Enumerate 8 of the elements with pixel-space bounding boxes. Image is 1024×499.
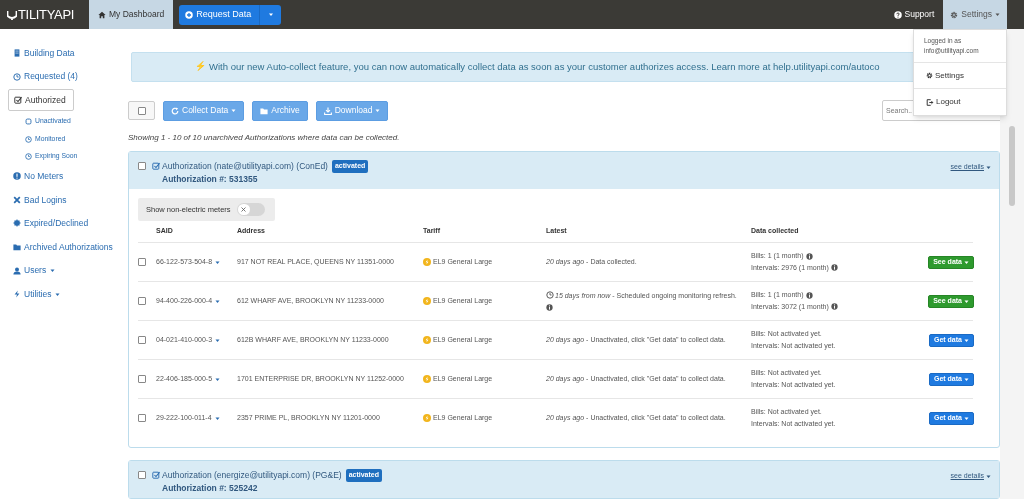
authorization-title: Authorization (energize@utilityapi.com) (PG&E) <box>162 469 342 482</box>
bolt-icon: ⚡ <box>195 60 206 74</box>
logo-text: TILITYAPI <box>18 5 75 24</box>
banner-text: With our new Auto-collect feature, you can now automatically collect data as soon as your customer authorizes access. Learn more at help.utilityapi.com/autoco <box>209 59 880 74</box>
authorization-number: Authorization #: 525242 <box>161 481 259 495</box>
summary-text: Showing 1 - 10 of 10 unarchived Authorizations where data can be collected. <box>128 133 401 143</box>
authorization-title: Authorization (nate@utilityapi.com) (ConEd) <box>162 160 328 173</box>
authorization-number: Authorization #: 531355 <box>161 172 259 186</box>
